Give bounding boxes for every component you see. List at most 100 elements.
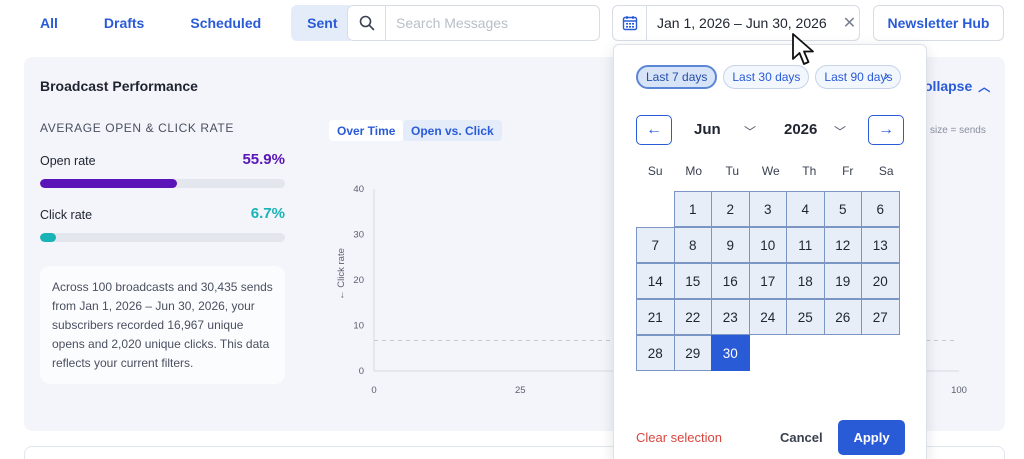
calendar-day-3[interactable]: 3 xyxy=(748,191,787,227)
calendar-day-25[interactable]: 25 xyxy=(786,299,825,335)
calendar-icon[interactable] xyxy=(613,6,647,40)
calendar-day-17[interactable]: 17 xyxy=(748,263,787,299)
collapse-button[interactable]: ollapse ︿ xyxy=(924,78,990,95)
cancel-button[interactable]: Cancel xyxy=(780,430,823,445)
calendar-day-27[interactable]: 27 xyxy=(861,299,900,335)
calendar-day-28[interactable]: 28 xyxy=(636,335,675,371)
calendar-day-30[interactable]: 30 xyxy=(711,335,750,371)
calendar-day-29[interactable]: 29 xyxy=(673,335,712,371)
calendar-day-22[interactable]: 22 xyxy=(673,299,712,335)
weekday-label: We xyxy=(761,164,780,178)
click-rate-value: 6.7% xyxy=(250,205,285,222)
calendar-day-21[interactable]: 21 xyxy=(636,299,675,335)
weekday-label: Fr xyxy=(842,164,854,178)
x-tick-label: 0 xyxy=(371,385,376,395)
size-note: size = sends xyxy=(930,125,986,136)
search-box xyxy=(347,5,600,41)
date-range-field[interactable]: Jan 1, 2026 – Jun 30, 2026 ✕ xyxy=(612,5,860,41)
calendar-empty-cell xyxy=(824,335,863,371)
y-tick-label: 10 xyxy=(353,321,364,332)
clear-selection-button[interactable]: Clear selection xyxy=(636,430,722,445)
card-title: Broadcast Performance xyxy=(40,78,198,94)
calendar-week-row: 21 22 23 24 25 26 27 xyxy=(636,299,906,335)
calendar-day-10[interactable]: 10 xyxy=(748,227,787,263)
date-range-value: Jan 1, 2026 – Jun 30, 2026 xyxy=(657,15,827,31)
calendar-day-23[interactable]: 23 xyxy=(711,299,750,335)
x-tick-label: 25 xyxy=(515,385,526,395)
weekday-label: Sa xyxy=(878,164,894,178)
tab-drafts[interactable]: Drafts xyxy=(88,5,160,41)
date-picker-popover: Last 7 days Last 30 days Last 90 days › … xyxy=(613,44,927,459)
metrics-heading: AVERAGE OPEN & CLICK RATE xyxy=(40,121,234,135)
calendar-day-7[interactable]: 7 xyxy=(636,227,675,263)
toggle-open-vs-click[interactable]: Open vs. Click xyxy=(403,120,502,141)
tab-all[interactable]: All xyxy=(24,5,74,41)
calendar-empty-cell xyxy=(636,191,675,227)
arrow-left-icon: ← xyxy=(646,121,662,138)
calendar-day-4[interactable]: 4 xyxy=(786,191,825,227)
summary-text: Across 100 broadcasts and 30,435 sends f… xyxy=(40,266,285,384)
y-tick-label: 0 xyxy=(359,366,364,377)
message-tabs: All Drafts Scheduled Sent xyxy=(24,5,354,41)
chevron-down-icon[interactable]: ﹀ xyxy=(834,123,846,140)
open-rate-bar xyxy=(40,179,285,188)
click-rate-label: Click rate xyxy=(40,208,93,222)
calendar-day-20[interactable]: 20 xyxy=(861,263,900,299)
calendar-day-6[interactable]: 6 xyxy=(861,191,900,227)
chevron-right-icon[interactable]: › xyxy=(884,67,889,84)
weekday-header: Su Mo Tu We Th Fr Sa xyxy=(636,164,906,178)
calendar-day-9[interactable]: 9 xyxy=(711,227,750,263)
calendar-day-1[interactable]: 1 xyxy=(673,191,712,227)
arrow-right-icon: → xyxy=(878,121,894,138)
calendar-empty-cell xyxy=(786,335,825,371)
newsletter-hub-button[interactable]: Newsletter Hub xyxy=(873,5,1004,41)
weekday-label: Th xyxy=(802,164,817,178)
x-tick-label: 100 xyxy=(951,385,967,395)
tab-scheduled[interactable]: Scheduled xyxy=(174,5,277,41)
weekday-label: Tu xyxy=(725,164,740,178)
weekday-label: Su xyxy=(647,164,663,178)
calendar-day-19[interactable]: 19 xyxy=(823,263,862,299)
calendar-day-15[interactable]: 15 xyxy=(673,263,712,299)
toggle-over-time[interactable]: Over Time xyxy=(329,120,404,141)
calendar-empty-cell xyxy=(861,335,900,371)
calendar-day-2[interactable]: 2 xyxy=(711,191,750,227)
calendar-week-row: 123456 xyxy=(636,191,906,227)
prev-month-button[interactable]: ← xyxy=(636,115,672,145)
calendar-day-12[interactable]: 12 xyxy=(823,227,862,263)
next-month-button[interactable]: → xyxy=(868,115,904,145)
calendar-week-row: 7 8 9 10 11 12 13 xyxy=(636,227,906,263)
collapse-label: ollapse xyxy=(924,78,973,94)
month-select[interactable]: Jun xyxy=(694,121,721,138)
calendar-day-11[interactable]: 11 xyxy=(786,227,825,263)
close-icon[interactable]: ✕ xyxy=(843,13,856,33)
y-tick-label: 30 xyxy=(353,230,364,241)
calendar-day-18[interactable]: 18 xyxy=(786,263,825,299)
y-tick-label: 20 xyxy=(353,275,364,286)
y-axis-label: ← Click rate xyxy=(336,248,347,300)
open-rate-label: Open rate xyxy=(40,154,96,168)
calendar-day-13[interactable]: 13 xyxy=(861,227,900,263)
calendar-day-24[interactable]: 24 xyxy=(748,299,787,335)
calendar-week-row: 28 29 30 xyxy=(636,335,906,371)
calendar-day-26[interactable]: 26 xyxy=(823,299,862,335)
calendar-day-5[interactable]: 5 xyxy=(823,191,862,227)
open-rate-bar-fill xyxy=(40,179,177,188)
weekday-label: Mo xyxy=(685,164,703,178)
calendar-grid: 1 2 3 4 5 6 7 8 9 10 11 12 13 14 15 16 17 18 19 20 21 22 23 24 2… xyxy=(636,191,906,371)
chevron-down-icon[interactable]: ﹀ xyxy=(744,123,756,140)
calendar-week-row: 14 15 16 17 18 19 20 xyxy=(636,263,906,299)
chevron-up-icon: ︿ xyxy=(978,80,991,94)
search-icon[interactable] xyxy=(348,6,386,40)
preset-last-7-days[interactable]: Last 7 days xyxy=(636,65,718,89)
calendar-day-8[interactable]: 8 xyxy=(673,227,712,263)
tab-sent[interactable]: Sent xyxy=(291,5,354,41)
preset-last-30-days[interactable]: Last 30 days xyxy=(723,65,810,89)
apply-button[interactable]: Apply xyxy=(838,420,905,455)
calendar-day-14[interactable]: 14 xyxy=(636,263,675,299)
y-tick-label: 40 xyxy=(353,184,364,195)
search-input[interactable] xyxy=(386,6,586,40)
year-select[interactable]: 2026 xyxy=(784,121,817,138)
click-rate-bar xyxy=(40,233,285,242)
calendar-day-16[interactable]: 16 xyxy=(711,263,750,299)
